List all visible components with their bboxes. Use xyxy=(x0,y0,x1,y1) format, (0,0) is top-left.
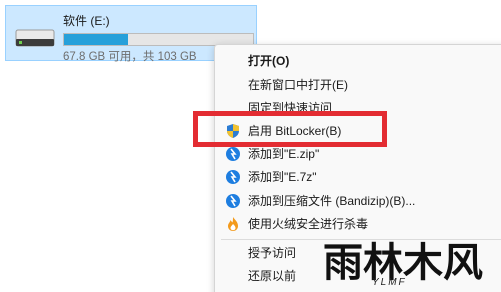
menu-item-label: 添加到"E.7z" xyxy=(248,170,317,184)
menu-item-open[interactable]: 打开(O) xyxy=(215,50,501,72)
annotation-highlight-box xyxy=(193,111,387,147)
bandizip-icon xyxy=(226,170,240,184)
drive-name: 软件 (E:) xyxy=(63,14,110,28)
bandizip-icon xyxy=(226,147,240,161)
menu-item-label: 还原以前 xyxy=(248,269,297,283)
menu-item-add-to-7z[interactable]: 添加到"E.7z" xyxy=(215,166,501,188)
drive-free-space: 67.8 GB 可用，共 103 GB xyxy=(63,51,197,63)
hard-drive-icon xyxy=(15,29,55,47)
menu-item-label: 授予访问 xyxy=(248,246,297,260)
menu-item-open-new-window[interactable]: 在新窗口中打开(E) xyxy=(215,74,501,96)
menu-item-label: 添加到压缩文件 (Bandizip)(B)... xyxy=(248,194,416,208)
menu-item-add-to-archive[interactable]: 添加到压缩文件 (Bandizip)(B)... xyxy=(215,190,501,212)
watermark-sub-text: YLMF xyxy=(372,277,407,288)
menu-item-label: 使用火绒安全进行杀毒 xyxy=(248,217,369,231)
menu-item-label: 在新窗口中打开(E) xyxy=(248,78,348,92)
menu-item-label: 打开(O) xyxy=(248,54,290,68)
drive-usage-fill xyxy=(64,34,129,45)
huorong-icon xyxy=(228,217,238,231)
bandizip-icon xyxy=(226,194,240,208)
menu-item-huorong-scan[interactable]: 使用火绒安全进行杀毒 xyxy=(215,213,501,235)
explorer-view: 软件 (E:) 67.8 GB 可用，共 103 GB 打开(O) 在新窗口中打… xyxy=(0,0,501,292)
